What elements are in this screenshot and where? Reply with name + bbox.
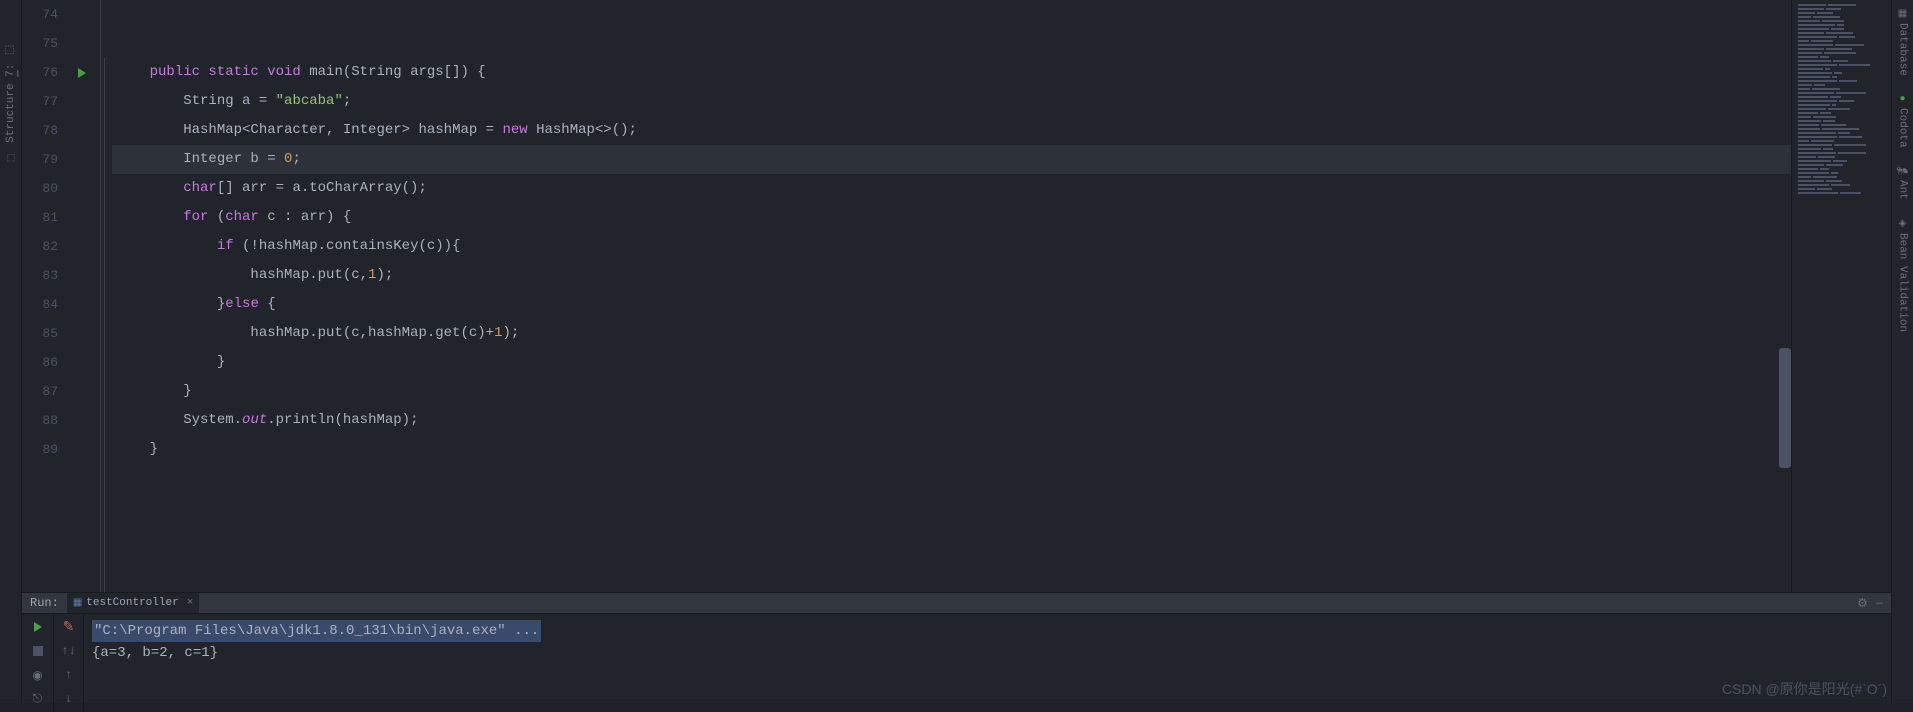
console-output[interactable]: "C:\Program Files\Java\jdk1.8.0_131\bin\… bbox=[84, 614, 1891, 712]
close-tab-icon[interactable]: × bbox=[187, 597, 194, 609]
code-line[interactable]: public static void main(String args[]) { bbox=[112, 58, 1791, 87]
structure-tool-button[interactable]: Structure 7: ⬚ bbox=[2, 40, 19, 166]
run-panel-label: Run: bbox=[30, 596, 59, 610]
run-tool-window: Run: ▦ testController × ⚙ — ◉ ⎋ ✎ ↑↓ ↑ bbox=[22, 592, 1891, 703]
database-tool-button[interactable]: ▦Database bbox=[1895, 6, 1911, 78]
dump-threads-icon[interactable]: ◉ bbox=[29, 666, 47, 684]
code-line[interactable]: String a = "abcaba"; bbox=[112, 87, 1791, 116]
gear-icon[interactable]: ⚙ bbox=[1857, 596, 1868, 611]
run-line-icon[interactable] bbox=[78, 68, 86, 78]
gutter-icons bbox=[70, 0, 94, 592]
exit-icon[interactable]: ⎋ bbox=[29, 690, 47, 708]
down-icon[interactable]: ↓ bbox=[60, 690, 78, 708]
run-tab-icon: ▦ bbox=[73, 597, 82, 609]
code-minimap[interactable] bbox=[1791, 0, 1891, 592]
run-config-tab[interactable]: ▦ testController × bbox=[67, 593, 199, 613]
code-line[interactable]: hashMap.put(c,hashMap.get(c)+1); bbox=[112, 319, 1791, 348]
main-content: 74757677787980818283848586878889 public … bbox=[22, 0, 1891, 703]
run-toolbar-secondary: ✎ ↑↓ ↑ ↓ bbox=[54, 614, 84, 712]
ant-tool-button[interactable]: 🐜Ant bbox=[1894, 163, 1910, 202]
code-line[interactable]: char[] arr = a.toCharArray(); bbox=[112, 174, 1791, 203]
code-line[interactable]: System.out.println(hashMap); bbox=[112, 406, 1791, 435]
run-tab-name: testController bbox=[86, 597, 178, 609]
code-line[interactable]: if (!hashMap.containsKey(c)){ bbox=[112, 232, 1791, 261]
code-line[interactable] bbox=[112, 29, 1791, 58]
codota-tool-button[interactable]: ●Codota bbox=[1895, 92, 1911, 150]
code-line[interactable] bbox=[112, 0, 1791, 29]
code-content[interactable]: public static void main(String args[]) {… bbox=[112, 0, 1791, 592]
hide-panel-icon[interactable]: — bbox=[1876, 596, 1883, 610]
code-line[interactable]: hashMap.put(c,1); bbox=[112, 261, 1791, 290]
bean-validation-tool-button[interactable]: ◈Bean Validation bbox=[1895, 216, 1911, 334]
run-panel-body: ◉ ⎋ ✎ ↑↓ ↑ ↓ "C:\Program Files\Java\jdk1… bbox=[22, 614, 1891, 712]
code-line[interactable]: HashMap<Character, Integer> hashMap = ne… bbox=[112, 116, 1791, 145]
code-line[interactable]: } bbox=[112, 348, 1791, 377]
code-line[interactable]: } bbox=[112, 435, 1791, 464]
left-tool-sidebar: Structure 7: ⬚ bbox=[0, 0, 22, 703]
up-icon[interactable]: ↑ bbox=[60, 666, 78, 684]
right-tool-sidebar: ▦Database ●Codota 🐜Ant ◈Bean Validation bbox=[1891, 0, 1913, 703]
code-line[interactable]: }else { bbox=[112, 290, 1791, 319]
code-line[interactable]: } bbox=[112, 377, 1791, 406]
rerun-button[interactable] bbox=[29, 618, 47, 636]
stop-button[interactable] bbox=[29, 642, 47, 660]
run-panel-header: Run: ▦ testController × ⚙ — bbox=[22, 593, 1891, 614]
code-editor[interactable]: 74757677787980818283848586878889 public … bbox=[22, 0, 1891, 592]
scroll-up-icon[interactable]: ↑↓ bbox=[60, 642, 78, 660]
code-line[interactable]: for (char c : arr) { bbox=[112, 203, 1791, 232]
fold-column bbox=[94, 0, 112, 592]
console-output-line: {a=3, b=2, c=1} bbox=[92, 642, 1883, 664]
run-toolbar-primary: ◉ ⎋ bbox=[22, 614, 54, 712]
code-line[interactable]: Integer b = 0; bbox=[112, 145, 1791, 174]
edit-config-icon[interactable]: ✎ bbox=[60, 618, 78, 636]
console-command-line: "C:\Program Files\Java\jdk1.8.0_131\bin\… bbox=[92, 620, 541, 642]
editor-scrollbar[interactable] bbox=[1779, 348, 1791, 468]
line-number-gutter: 74757677787980818283848586878889 bbox=[22, 0, 70, 592]
